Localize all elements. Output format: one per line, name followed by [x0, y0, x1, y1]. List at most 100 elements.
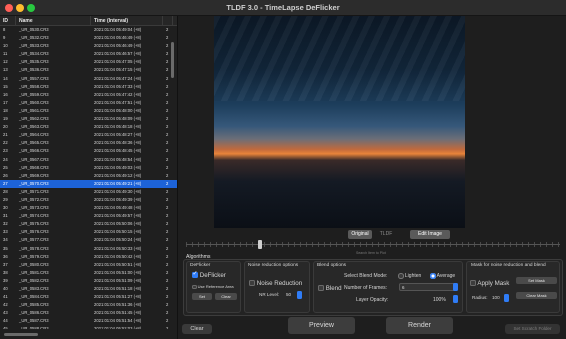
table-row[interactable]: 16 _UR_0559.CR3 2021:01:04 05:47:42 (+8) 2 — [0, 91, 177, 99]
row-time: 2021:01:04 05:51:54 (+8) — [94, 318, 142, 324]
apply-mask-option[interactable]: Apply Mask — [470, 280, 509, 287]
row-time: 2021:01:04 05:48:18 (+8) — [94, 124, 142, 130]
tldf-toggle[interactable]: TLDF — [373, 230, 399, 239]
blend-option[interactable]: Blend — [318, 285, 342, 292]
file-list-horizontal-scrollbar[interactable] — [4, 333, 38, 336]
row-id: 12 — [3, 59, 8, 65]
lighten-radio[interactable] — [398, 273, 404, 279]
row-time: 2021:01:04 05:50:15 (+8) — [94, 229, 142, 235]
row-name: _UR_0580.CR3 — [19, 261, 49, 267]
preview-button[interactable]: Preview — [288, 317, 355, 334]
frames-select-arrow[interactable] — [453, 283, 458, 291]
table-row[interactable]: 19 _UR_0562.CR3 2021:01:04 05:48:09 (+8) 2 — [0, 115, 177, 123]
table-row[interactable]: 27 _UR_0570.CR3 2021:01:04 05:49:21 (+8) 2 — [0, 179, 177, 188]
row-extra: 2 — [166, 261, 169, 267]
title-bar: TLDF 3.0 - TimeLapse DeFlicker — [0, 0, 566, 16]
row-time: 2021:01:04 05:49:03 (+8) — [94, 164, 142, 170]
table-row[interactable]: 42 _UR_0585.CR3 2021:01:04 05:51:36 (+8) 2 — [0, 301, 177, 309]
table-row[interactable]: 44 _UR_0587.CR3 2021:01:04 05:51:54 (+8) 2 — [0, 317, 177, 325]
table-row[interactable]: 22 _UR_0565.CR3 2021:01:04 05:48:36 (+8) 2 — [0, 139, 177, 147]
table-row[interactable]: 26 _UR_0569.CR3 2021:01:04 05:49:12 (+8) 2 — [0, 172, 177, 180]
column-header-id[interactable]: ID — [0, 16, 16, 25]
window-title: TLDF 3.0 - TimeLapse DeFlicker — [226, 3, 340, 12]
table-row[interactable]: 33 _UR_0576.CR3 2021:01:04 05:50:15 (+8) 2 — [0, 228, 177, 236]
row-time: 2021:01:04 05:50:33 (+8) — [94, 245, 142, 251]
table-row[interactable]: 25 _UR_0568.CR3 2021:01:04 05:49:03 (+8) 2 — [0, 164, 177, 172]
nr-level-stepper[interactable] — [297, 291, 302, 299]
frames-select[interactable]: 6 — [399, 283, 457, 291]
row-id: 10 — [3, 43, 8, 49]
reference-area-checkbox[interactable] — [192, 284, 197, 290]
blend-mode-lighten-option[interactable]: Lighten — [398, 273, 421, 279]
row-extra: 2 — [166, 140, 169, 146]
table-row[interactable]: 17 _UR_0560.CR3 2021:01:04 05:47:51 (+8) 2 — [0, 99, 177, 107]
table-row[interactable]: 41 _UR_0584.CR3 2021:01:04 05:51:27 (+8) 2 — [0, 293, 177, 301]
opacity-stepper[interactable] — [453, 295, 458, 303]
table-row[interactable]: 14 _UR_0557.CR3 2021:01:04 05:47:24 (+8) 2 — [0, 75, 177, 83]
row-extra: 2 — [166, 188, 169, 194]
blend-mode-average-option[interactable]: Average — [430, 273, 455, 279]
table-row[interactable]: 35 _UR_0578.CR3 2021:01:04 05:50:33 (+8) 2 — [0, 245, 177, 253]
table-row[interactable]: 18 _UR_0561.CR3 2021:01:04 05:48:00 (+8) 2 — [0, 107, 177, 115]
table-row[interactable]: 28 _UR_0571.CR3 2021:01:04 05:49:30 (+8) 2 — [0, 188, 177, 196]
set-scratch-folder-button[interactable]: Set Scratch Folder — [505, 324, 560, 334]
table-row[interactable]: 13 _UR_0536.CR3 2021:01:04 05:47:15 (+8) 2 — [0, 66, 177, 74]
noise-reduction-group: Noise reduction options Noise Reduction … — [244, 261, 310, 313]
table-row[interactable]: 20 _UR_0563.CR3 2021:01:04 05:48:18 (+8) 2 — [0, 123, 177, 131]
average-radio[interactable] — [430, 273, 436, 279]
table-row[interactable]: 37 _UR_0580.CR3 2021:01:04 05:50:51 (+8) 2 — [0, 261, 177, 269]
clear-mask-button[interactable]: Clear Mask — [516, 292, 557, 299]
original-toggle[interactable]: Original — [348, 230, 372, 239]
table-row[interactable]: 45 _UR_0588.CR3 2021:01:04 05:52:03 (+8) 2 — [0, 325, 177, 329]
radius-stepper[interactable] — [504, 294, 509, 302]
column-header-extra[interactable] — [163, 16, 173, 25]
table-row[interactable]: 32 _UR_0575.CR3 2021:01:04 05:50:06 (+8) 2 — [0, 220, 177, 228]
row-name: _UR_0568.CR3 — [19, 164, 49, 170]
deflicker-option[interactable]: DeFlicker — [192, 270, 226, 279]
column-header-name[interactable]: Name — [16, 16, 91, 25]
row-id: 28 — [3, 188, 8, 194]
table-row[interactable]: 34 _UR_0577.CR3 2021:01:04 05:50:24 (+8) 2 — [0, 236, 177, 244]
table-row[interactable]: 43 _UR_0586.CR3 2021:01:04 05:51:45 (+8) 2 — [0, 309, 177, 317]
reference-clear-button[interactable]: Clear — [215, 293, 237, 300]
table-row[interactable]: 11 _UR_0534.CR3 2021:01:04 05:46:57 (+8) 2 — [0, 50, 177, 58]
apply-mask-checkbox[interactable] — [470, 280, 476, 287]
edit-image-button[interactable]: Edit Image — [410, 230, 450, 239]
table-row[interactable]: 24 _UR_0567.CR3 2021:01:04 05:48:54 (+8) 2 — [0, 156, 177, 164]
table-row[interactable]: 40 _UR_0583.CR3 2021:01:04 05:51:18 (+8) 2 — [0, 285, 177, 293]
table-row[interactable]: 8 _UR_0530.CR3 2021:01:04 05:49:04 (+8) 2 — [0, 26, 177, 34]
table-row[interactable]: 9 _UR_0532.CR3 2021:01:04 05:46:49 (+8) 2 — [0, 34, 177, 42]
timeline-handle[interactable] — [258, 240, 262, 249]
render-button[interactable]: Render — [386, 317, 453, 334]
row-name: _UR_0564.CR3 — [19, 132, 49, 138]
row-extra: 2 — [166, 91, 169, 97]
table-row[interactable]: 10 _UR_0533.CR3 2021:01:04 05:46:49 (+8) 2 — [0, 42, 177, 50]
table-row[interactable]: 39 _UR_0582.CR3 2021:01:04 05:51:09 (+8) 2 — [0, 277, 177, 285]
noise-reduction-checkbox[interactable] — [249, 280, 255, 287]
column-header-time[interactable]: Time (Interval) — [91, 16, 163, 25]
table-row[interactable]: 38 _UR_0581.CR3 2021:01:04 05:51:00 (+8) 2 — [0, 269, 177, 277]
noise-reduction-option[interactable]: Noise Reduction — [249, 280, 302, 287]
file-list-scrollbar[interactable] — [171, 42, 174, 78]
row-id: 44 — [3, 318, 8, 324]
row-extra: 2 — [166, 35, 169, 41]
deflicker-checkbox[interactable] — [192, 270, 198, 279]
table-row[interactable]: 12 _UR_0535.CR3 2021:01:04 05:47:05 (+8) 2 — [0, 58, 177, 66]
reference-set-button[interactable]: Set — [192, 293, 212, 300]
table-row[interactable]: 21 _UR_0564.CR3 2021:01:04 05:48:27 (+8) 2 — [0, 131, 177, 139]
row-name: _UR_0530.CR3 — [19, 27, 49, 32]
reference-area-option[interactable]: Use Reference Area — [192, 284, 234, 290]
table-row[interactable]: 36 _UR_0579.CR3 2021:01:04 05:50:42 (+8) 2 — [0, 253, 177, 261]
table-row[interactable]: 23 _UR_0566.CR3 2021:01:04 05:48:45 (+8) 2 — [0, 147, 177, 155]
blend-checkbox[interactable] — [318, 285, 324, 292]
timeline-track[interactable] — [186, 244, 560, 245]
table-row[interactable]: 30 _UR_0573.CR3 2021:01:04 05:49:48 (+8) 2 — [0, 204, 177, 212]
clear-button[interactable]: Clear — [182, 324, 212, 334]
table-row[interactable]: 31 _UR_0574.CR3 2021:01:04 05:49:57 (+8) 2 — [0, 212, 177, 220]
nr-level-value[interactable]: 50 — [286, 292, 291, 297]
set-mask-button[interactable]: Set Mask — [516, 277, 557, 284]
preview-sky-rays — [214, 16, 465, 101]
table-row[interactable]: 15 _UR_0558.CR3 2021:01:04 05:47:33 (+8) 2 — [0, 83, 177, 91]
radius-value[interactable]: 100 — [492, 295, 500, 300]
table-row[interactable]: 29 _UR_0572.CR3 2021:01:04 05:49:39 (+8) 2 — [0, 196, 177, 204]
